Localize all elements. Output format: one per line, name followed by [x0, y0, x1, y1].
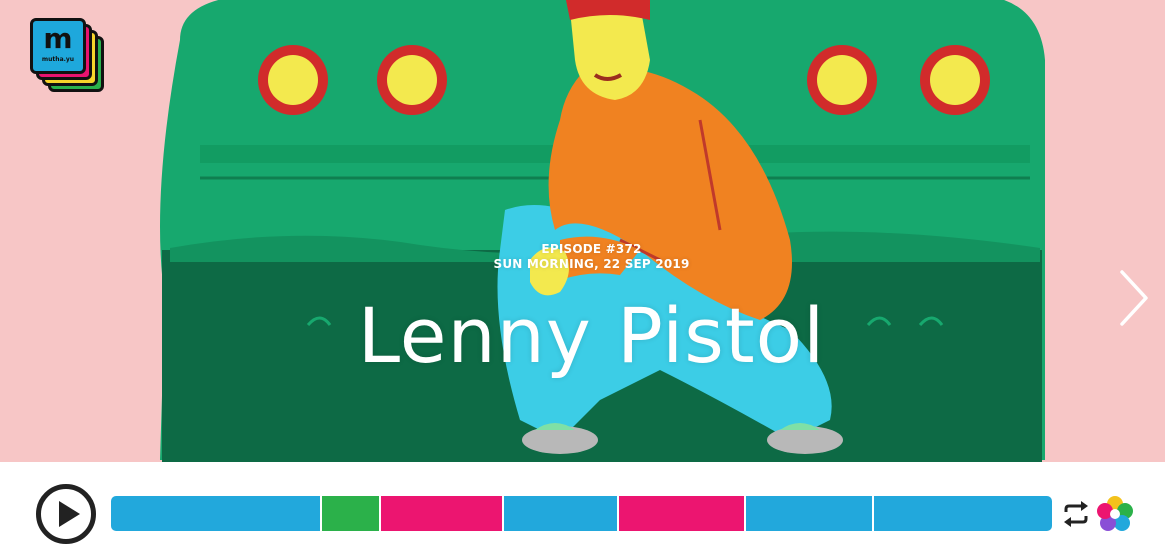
- site-logo[interactable]: m mutha.yu: [28, 16, 110, 98]
- flower-icon[interactable]: [1096, 495, 1134, 533]
- hero-illustration: [160, 0, 1045, 462]
- play-icon: [59, 501, 80, 527]
- timeline-segment[interactable]: [619, 496, 747, 531]
- episode-date: SUN MORNING, 22 SEP 2019: [493, 257, 690, 271]
- audio-player: [0, 462, 1165, 548]
- timeline-segment[interactable]: [874, 496, 1052, 531]
- chevron-right-icon[interactable]: [1112, 266, 1152, 330]
- timeline-segment[interactable]: [111, 496, 322, 531]
- timeline-segment[interactable]: [381, 496, 505, 531]
- logo-subtext: mutha.yu: [41, 56, 75, 63]
- timeline-segment[interactable]: [504, 496, 620, 531]
- play-button[interactable]: [36, 484, 96, 544]
- episode-title: Lenny Pistol: [357, 291, 826, 380]
- hero-banner: m mutha.yu EPISODE #372 SUN MORNING, 22 …: [0, 0, 1165, 462]
- repeat-icon[interactable]: [1062, 500, 1090, 528]
- timeline-segment[interactable]: [746, 496, 875, 531]
- logo-letter: m: [43, 22, 73, 55]
- episode-number: EPISODE #372: [541, 242, 642, 256]
- episode-timeline[interactable]: [111, 496, 1052, 531]
- timeline-segment[interactable]: [321, 496, 382, 531]
